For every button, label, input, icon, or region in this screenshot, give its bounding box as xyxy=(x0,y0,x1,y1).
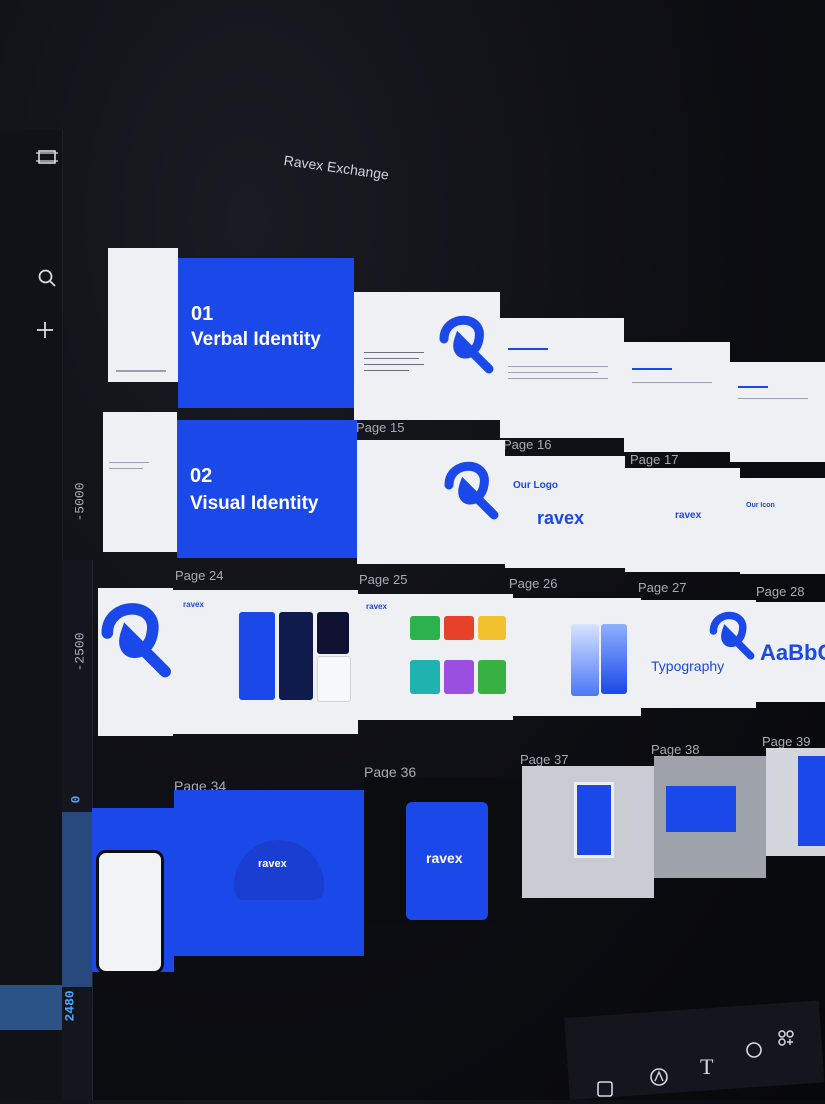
slide-thumbnail[interactable]: Our Logo ravex xyxy=(505,456,625,568)
type-specimen: AaBbC xyxy=(760,640,825,665)
color-swatch xyxy=(410,616,440,640)
color-swatch xyxy=(444,660,474,694)
section-title: Verbal Identity xyxy=(191,329,321,350)
slide-thumbnail[interactable]: ravex xyxy=(364,778,524,926)
page-label: Page 39 xyxy=(762,734,811,749)
rail-selection xyxy=(0,985,62,1030)
slide-thumbnail[interactable] xyxy=(730,362,825,462)
components-icon[interactable] xyxy=(776,1028,796,1054)
color-swatch xyxy=(444,616,474,640)
slide-thumbnail[interactable] xyxy=(108,248,178,382)
typography-title: Typography xyxy=(651,658,725,674)
slide-thumbnail[interactable]: ravex xyxy=(173,590,358,734)
slide-thumbnail[interactable]: ravex xyxy=(174,790,364,956)
slide-thumbnail[interactable] xyxy=(654,756,766,878)
slide-thumbnail[interactable]: Our Icon xyxy=(740,478,825,574)
slide-thumbnail[interactable] xyxy=(522,766,654,898)
page-label: Page 24 xyxy=(175,568,224,583)
brand-logo: ravex xyxy=(366,602,387,611)
color-swatch xyxy=(239,612,275,700)
brand-logo: ravex xyxy=(537,508,585,528)
brand-logo: ravex xyxy=(258,858,287,870)
slide-heading: Our Icon xyxy=(746,502,775,509)
ravex-mark-icon xyxy=(439,315,494,374)
slide-thumbnail[interactable]: ravex xyxy=(625,468,740,572)
color-swatch xyxy=(317,656,351,702)
billboard-mockup xyxy=(666,786,736,832)
page-label: Page 17 xyxy=(630,452,679,467)
ruler-selection xyxy=(62,812,92,987)
ravex-mark-icon xyxy=(101,603,171,678)
gradient-swatch xyxy=(571,624,599,696)
page-label: Page 38 xyxy=(651,742,700,757)
ravex-mark-icon xyxy=(444,461,499,520)
pen-tool-icon[interactable] xyxy=(648,1066,670,1094)
slide-thumbnail[interactable] xyxy=(513,598,641,716)
slide-thumbnail[interactable] xyxy=(500,318,624,438)
color-swatch xyxy=(317,612,349,654)
color-swatch xyxy=(478,616,506,640)
section-title: Visual Identity xyxy=(190,493,319,514)
slide-thumbnail[interactable] xyxy=(354,292,500,420)
page-label: Page 26 xyxy=(509,576,558,591)
ellipse-tool-icon[interactable] xyxy=(744,1040,764,1066)
poster-mockup xyxy=(574,782,614,858)
color-swatch xyxy=(410,660,440,694)
frame-tool-icon[interactable] xyxy=(596,1078,614,1104)
frame-icon[interactable] xyxy=(36,148,58,170)
ruler-label: 2480 xyxy=(62,990,78,1022)
slide-thumbnail[interactable]: ravex xyxy=(358,594,513,720)
page-label: Page 37 xyxy=(520,752,569,767)
brand-logo: ravex xyxy=(426,850,463,866)
color-swatch xyxy=(279,612,313,700)
wall-poster-mockup xyxy=(798,756,825,846)
slide-thumbnail[interactable] xyxy=(624,342,730,452)
slide-thumbnail[interactable] xyxy=(92,808,174,972)
slide-thumbnail[interactable] xyxy=(357,440,505,564)
section-number: 01 xyxy=(191,303,214,325)
ruler-label: -5000 xyxy=(72,482,88,522)
page-label: Page 28 xyxy=(756,584,805,599)
brand-logo: ravex xyxy=(675,510,702,521)
slide-heading: Our Logo xyxy=(513,480,558,491)
color-swatch xyxy=(478,660,506,694)
slide-thumbnail[interactable] xyxy=(98,588,173,736)
ruler-label: 0 xyxy=(68,795,84,804)
slide-thumbnail[interactable] xyxy=(766,748,825,856)
slide-thumbnail[interactable] xyxy=(103,412,177,552)
ruler-label: -2500 xyxy=(72,632,88,672)
brand-logo: ravex xyxy=(183,600,204,609)
page-label: Page 25 xyxy=(359,572,408,587)
section-number: 02 xyxy=(190,465,213,487)
file-title[interactable]: Ravex Exchange xyxy=(283,152,390,183)
search-icon[interactable] xyxy=(36,268,58,290)
text-tool-icon[interactable]: T xyxy=(700,1054,713,1080)
cap-mockup xyxy=(234,840,324,900)
ravex-mark-icon xyxy=(709,611,755,660)
page-label: Page 15 xyxy=(356,420,405,435)
phone-mockup xyxy=(96,850,164,972)
slide-thumbnail[interactable]: 01 Verbal Identity xyxy=(178,258,354,408)
slide-thumbnail[interactable]: AaBbC xyxy=(756,602,825,702)
page-label: Page 27 xyxy=(638,580,687,595)
slide-thumbnail[interactable]: Typography xyxy=(641,600,756,708)
page-label: Page 16 xyxy=(503,437,552,452)
slide-thumbnail[interactable]: 02 Visual Identity xyxy=(177,420,357,558)
gradient-swatch xyxy=(601,624,627,694)
plus-icon[interactable] xyxy=(34,320,56,342)
